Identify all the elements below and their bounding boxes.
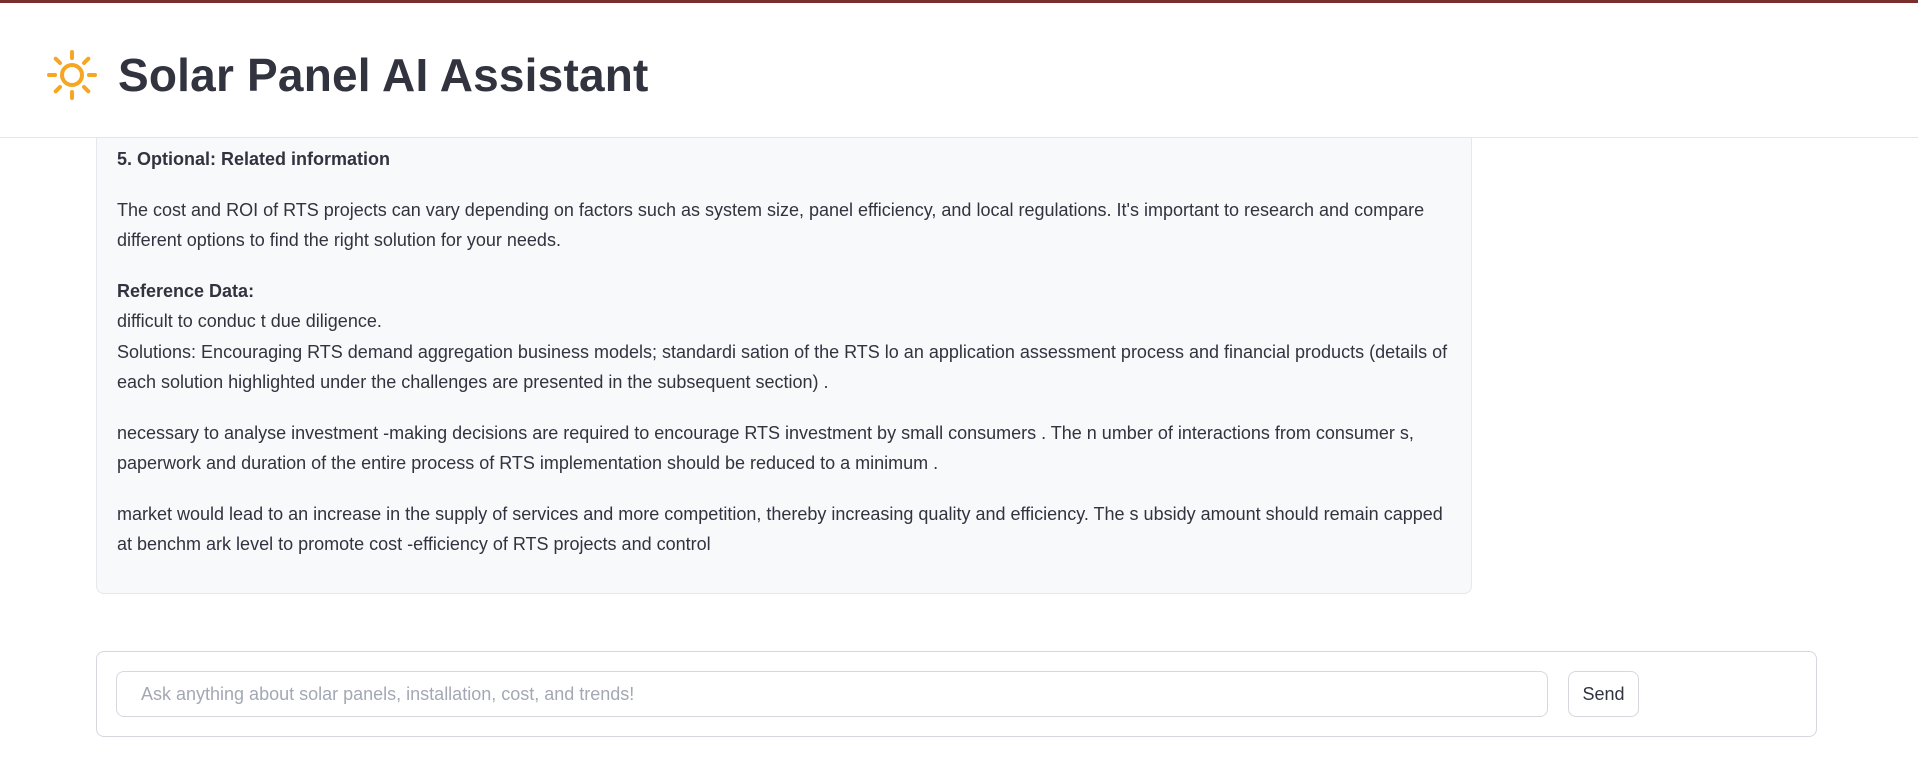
message-paragraph: necessary to analyse investment -making … [117,422,1414,474]
page-title: Solar Panel AI Assistant [118,49,649,101]
reference-line: Solutions: Encouraging RTS demand aggreg… [117,341,1448,393]
app-header: Solar Panel AI Assistant [0,3,1918,138]
reference-line: difficult to conduc t due diligence. [117,311,382,331]
chat-input[interactable] [116,671,1548,717]
assistant-message: 5. Optional: Related information The cos… [96,138,1472,594]
chat-input-panel: Send [96,651,1817,737]
message-paragraph: market would lead to an increase in the … [117,503,1443,555]
reference-heading: Reference Data: [117,280,255,301]
send-button[interactable]: Send [1568,671,1639,717]
section-heading: 5. Optional: Related information [117,149,391,169]
sun-icon [46,49,98,101]
message-paragraph: The cost and ROI of RTS projects can var… [117,199,1425,251]
